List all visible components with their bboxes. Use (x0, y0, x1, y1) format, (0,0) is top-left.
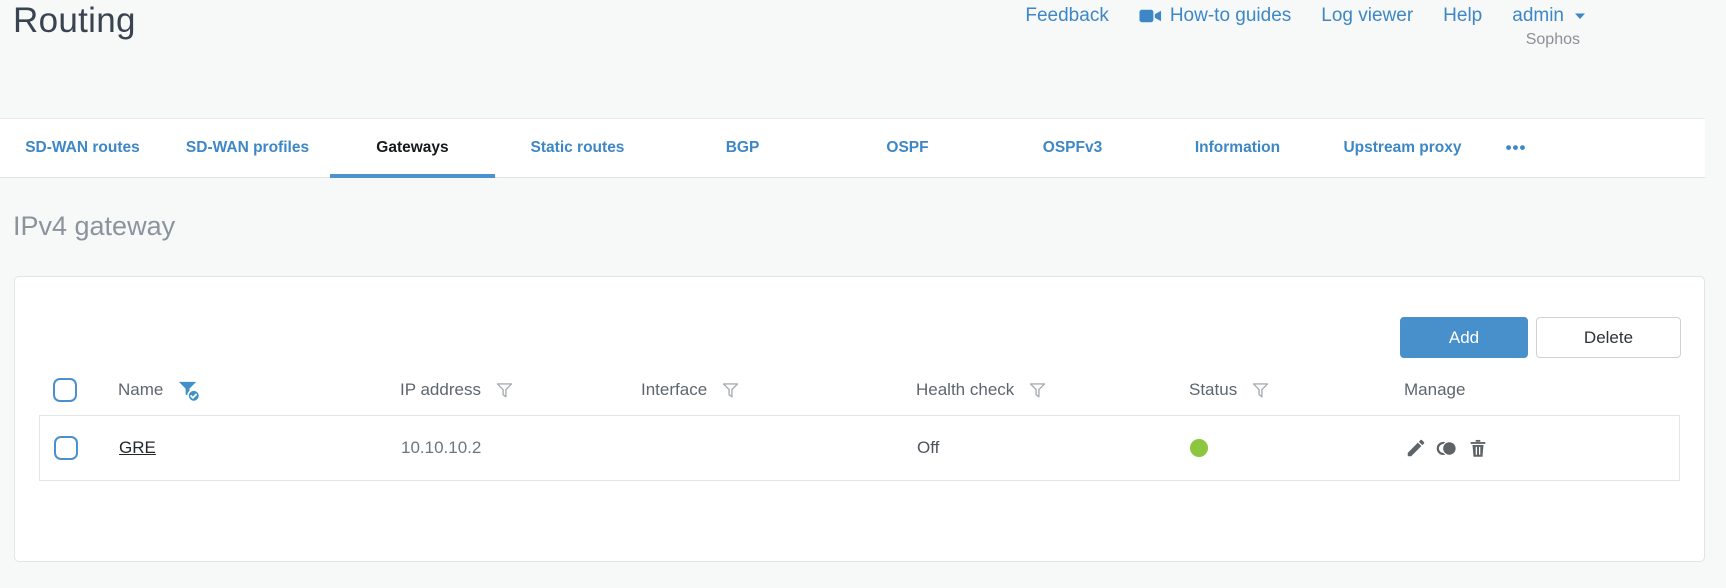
top-nav: Feedback How-to guides Log viewer Help a… (1025, 5, 1586, 27)
feedback-link[interactable]: Feedback (1025, 5, 1108, 27)
edit-icon[interactable] (1405, 437, 1427, 459)
column-header-interface-label: Interface (641, 380, 708, 399)
filter-icon[interactable] (720, 380, 741, 401)
filter-icon[interactable] (1027, 380, 1048, 401)
row-checkbox-cell (40, 436, 105, 460)
select-all-checkbox[interactable] (53, 378, 77, 402)
clone-icon[interactable] (1436, 437, 1458, 459)
column-header-manage-label: Manage (1404, 380, 1466, 399)
gateway-name-link[interactable]: GRE (119, 438, 156, 458)
admin-label: admin (1512, 5, 1564, 26)
howto-guides-label: How-to guides (1169, 5, 1292, 26)
tab-bgp[interactable]: BGP (660, 119, 825, 177)
row-interface-cell (628, 448, 903, 449)
tab-bar: SD-WAN routes SD-WAN profiles Gateways S… (0, 118, 1705, 178)
tab-sd-wan-profiles[interactable]: SD-WAN profiles (165, 119, 330, 177)
column-header-name-label: Name (118, 380, 164, 399)
delete-icon[interactable] (1467, 437, 1489, 459)
section-title: IPv4 gateway (13, 211, 176, 241)
video-camera-icon (1139, 8, 1162, 24)
delete-button[interactable]: Delete (1536, 317, 1681, 358)
brand-label: Sophos (1525, 31, 1580, 48)
row-name-cell: GRE (105, 438, 387, 458)
filter-icon[interactable] (1250, 380, 1271, 401)
tab-gateways[interactable]: Gateways (330, 119, 495, 178)
log-viewer-link[interactable]: Log viewer (1321, 5, 1413, 27)
column-header-status-label: Status (1189, 380, 1238, 399)
row-ip-cell: 10.10.10.2 (401, 438, 482, 457)
page-title: Routing (13, 1, 136, 40)
tab-more-button[interactable]: ••• (1485, 119, 1547, 177)
routing-page: Routing Feedback How-to guides Log viewe… (0, 0, 1726, 562)
column-header-health-label: Health check (916, 380, 1015, 399)
column-header-name: Name (104, 378, 386, 403)
help-link[interactable]: Help (1443, 5, 1482, 27)
header-checkbox-cell (39, 378, 104, 402)
tab-ospfv3[interactable]: OSPFv3 (990, 119, 1155, 177)
admin-menu[interactable]: admin (1512, 5, 1586, 27)
column-header-interface: Interface (627, 380, 902, 401)
tab-sd-wan-routes[interactable]: SD-WAN routes (0, 119, 165, 177)
caret-down-icon (1574, 12, 1586, 20)
tab-ospf[interactable]: OSPF (825, 119, 990, 177)
status-dot (1190, 439, 1208, 457)
column-header-health-check: Health check (902, 380, 1175, 401)
filter-active-icon[interactable] (176, 378, 201, 403)
row-manage-cell (1391, 437, 1679, 459)
table-row: GRE 10.10.10.2 Off (39, 415, 1680, 481)
row-health-check-cell: Off (917, 438, 940, 457)
table-actions: Add Delete (15, 277, 1704, 358)
tab-static-routes[interactable]: Static routes (495, 119, 660, 177)
column-header-manage: Manage (1390, 380, 1680, 400)
column-header-ip-address: IP address (386, 380, 627, 401)
column-header-ip-label: IP address (400, 380, 481, 399)
row-checkbox[interactable] (54, 436, 78, 460)
filter-icon[interactable] (494, 380, 515, 401)
row-status-cell (1176, 439, 1391, 457)
howto-guides-link[interactable]: How-to guides (1139, 5, 1291, 27)
tab-information[interactable]: Information (1155, 119, 1320, 177)
ipv4-gateway-panel: Add Delete Name IP address Interface Hea… (14, 276, 1705, 562)
table-header-row: Name IP address Interface Health check S… (39, 365, 1680, 415)
tab-upstream-proxy[interactable]: Upstream proxy (1320, 119, 1485, 177)
add-button[interactable]: Add (1400, 317, 1528, 358)
column-header-status: Status (1175, 380, 1390, 401)
page-header: Routing Feedback How-to guides Log viewe… (0, 0, 1726, 118)
